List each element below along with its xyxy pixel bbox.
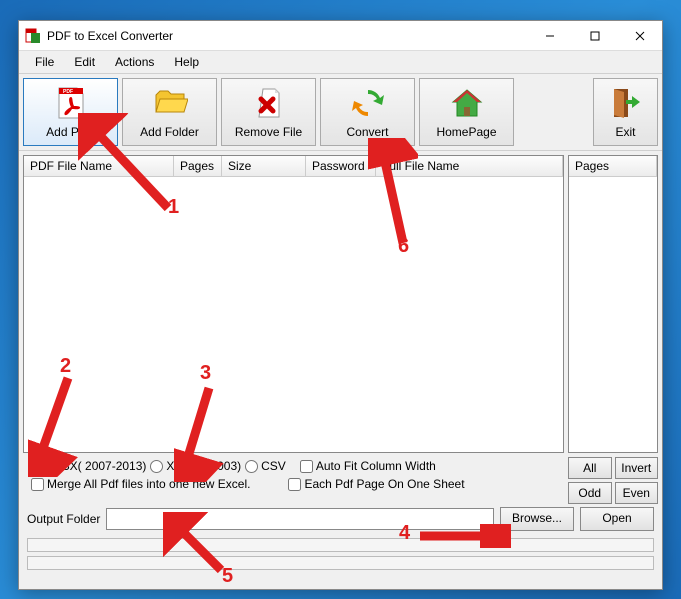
file-list[interactable]: PDF File Name Pages Size Password Full F… <box>23 155 564 453</box>
progress-bar-1 <box>27 538 654 552</box>
radio-csv[interactable]: CSV <box>245 459 286 473</box>
menu-actions[interactable]: Actions <box>105 52 164 72</box>
odd-button[interactable]: Odd <box>568 482 612 504</box>
menu-file[interactable]: File <box>25 52 64 72</box>
list-header: PDF File Name Pages Size Password Full F… <box>24 156 563 177</box>
col-side-pages[interactable]: Pages <box>569 156 657 176</box>
all-button[interactable]: All <box>568 457 612 479</box>
homepage-button[interactable]: HomePage <box>419 78 514 146</box>
add-pdf-label: Add PDF <box>46 125 95 139</box>
add-pdf-button[interactable]: PDF Add PDF <box>23 78 118 146</box>
invert-button[interactable]: Invert <box>615 457 659 479</box>
toolbar: PDF Add PDF Add Folder Remove File <box>19 73 662 151</box>
col-fullname[interactable]: Full File Name <box>376 156 563 176</box>
menubar: File Edit Actions Help <box>19 51 662 73</box>
output-row: Output Folder Browse... Open <box>19 504 662 534</box>
minimize-button[interactable] <box>527 21 572 50</box>
menu-help[interactable]: Help <box>164 52 209 72</box>
checkbox-autofit[interactable]: Auto Fit Column Width <box>300 459 436 473</box>
convert-label: Convert <box>346 125 388 139</box>
col-pages[interactable]: Pages <box>174 156 222 176</box>
even-button[interactable]: Even <box>615 482 659 504</box>
browse-button[interactable]: Browse... <box>500 507 574 531</box>
exit-label: Exit <box>615 125 635 139</box>
add-folder-label: Add Folder <box>140 125 199 139</box>
progress-bar-2 <box>27 556 654 570</box>
app-icon <box>25 28 41 44</box>
exit-button[interactable]: Exit <box>593 78 658 146</box>
pdf-icon: PDF <box>53 85 89 121</box>
remove-icon <box>251 85 287 121</box>
format-options: XLSX( 2007-2013) XLS(97-2003) CSV Auto F… <box>23 457 564 475</box>
output-folder-label: Output Folder <box>27 512 100 526</box>
convert-icon <box>350 85 386 121</box>
home-icon <box>449 85 485 121</box>
titlebar: PDF to Excel Converter <box>19 21 662 51</box>
checkbox-merge[interactable]: Merge All Pdf files into one new Excel. <box>31 477 250 491</box>
col-size[interactable]: Size <box>222 156 306 176</box>
maximize-button[interactable] <box>572 21 617 50</box>
convert-button[interactable]: Convert <box>320 78 415 146</box>
svg-text:PDF: PDF <box>63 89 73 95</box>
close-button[interactable] <box>617 21 662 50</box>
content-area: PDF File Name Pages Size Password Full F… <box>19 151 662 457</box>
remove-file-button[interactable]: Remove File <box>221 78 316 146</box>
selection-buttons: All Invert Odd Even <box>568 457 658 504</box>
pages-list[interactable]: Pages <box>568 155 658 453</box>
checkbox-eachpage[interactable]: Each Pdf Page On One Sheet <box>288 477 464 491</box>
exit-icon <box>608 85 644 121</box>
radio-xlsx[interactable]: XLSX( 2007-2013) <box>31 459 146 473</box>
output-folder-input[interactable] <box>106 508 494 530</box>
homepage-label: HomePage <box>436 125 496 139</box>
window-title: PDF to Excel Converter <box>47 29 527 43</box>
menu-edit[interactable]: Edit <box>64 52 105 72</box>
app-window: PDF to Excel Converter File Edit Actions… <box>18 20 663 590</box>
remove-file-label: Remove File <box>235 125 302 139</box>
folder-icon <box>152 85 188 121</box>
radio-xls[interactable]: XLS(97-2003) <box>150 459 241 473</box>
col-filename[interactable]: PDF File Name <box>24 156 174 176</box>
col-password[interactable]: Password <box>306 156 376 176</box>
merge-options: Merge All Pdf files into one new Excel. … <box>23 475 564 493</box>
add-folder-button[interactable]: Add Folder <box>122 78 217 146</box>
open-button[interactable]: Open <box>580 507 654 531</box>
